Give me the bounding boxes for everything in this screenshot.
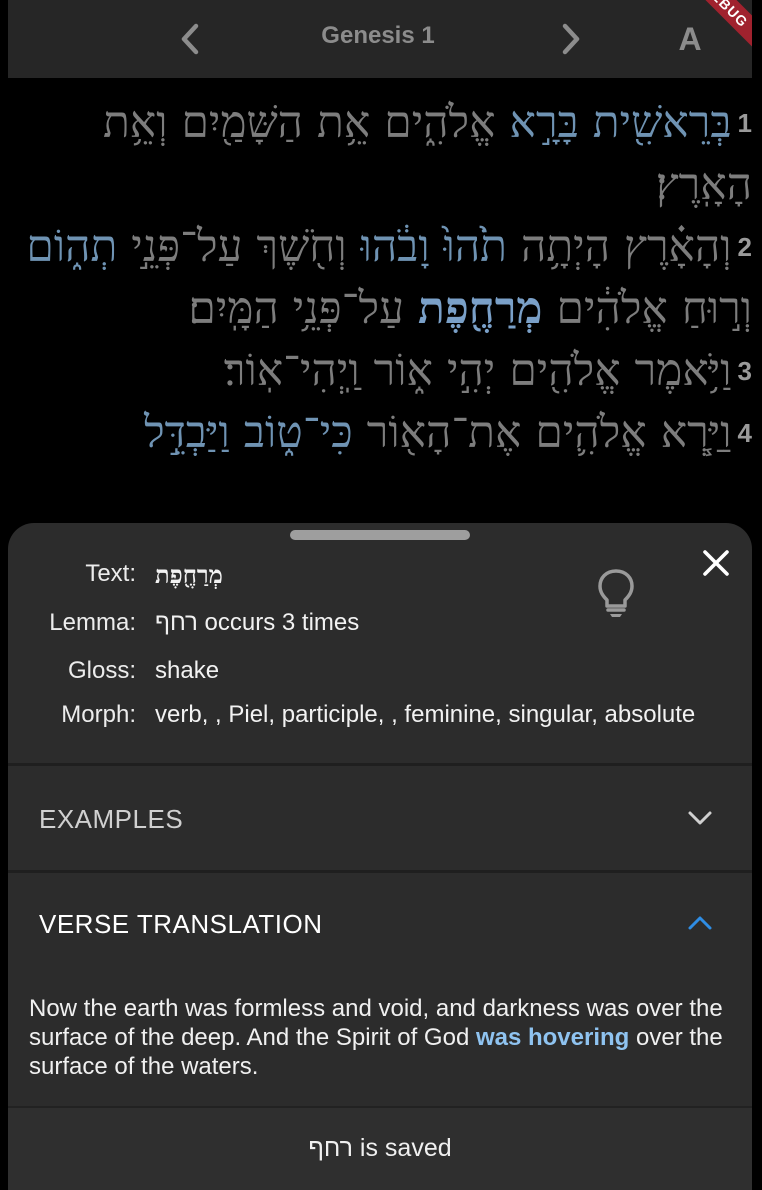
hebrew-word[interactable]: עַל־פְּנֵ֣י bbox=[131, 221, 242, 272]
hebrew-word[interactable]: אֱלֹהִ֑ים bbox=[384, 97, 495, 148]
verse-number: 1 bbox=[737, 108, 752, 138]
examples-title: EXAMPLES bbox=[39, 804, 184, 834]
verse: 3וַיֹּ֥אמֶר אֱלֹהִ֖ים יְהִ֣י א֑וֹר וַֽיְ… bbox=[224, 345, 752, 396]
gloss-value: shake bbox=[155, 657, 220, 684]
verse-translation-text: Now the earth was formless and void, and… bbox=[29, 994, 729, 1081]
selected-hebrew-word[interactable]: מְרַחֶ֖פֶת bbox=[418, 283, 543, 334]
hebrew-word[interactable]: אֱלֹהִ֛ים bbox=[535, 407, 646, 458]
hebrew-word[interactable]: תְה֑וֹם bbox=[26, 221, 117, 272]
previous-chapter-button[interactable] bbox=[172, 20, 208, 58]
text-value: מְרַחֶ֖פֶת bbox=[155, 560, 223, 589]
hebrew-word[interactable]: אֵ֥ת bbox=[317, 97, 370, 148]
font-size-button[interactable]: A bbox=[668, 18, 712, 60]
hebrew-word[interactable]: כִּי־ט֑וֹב bbox=[244, 407, 353, 458]
hebrew-word[interactable]: וַיֹּ֥אמֶר bbox=[635, 345, 732, 396]
hebrew-word[interactable]: וְחֹ֖שֶׁךְ bbox=[257, 221, 347, 272]
hebrew-word[interactable]: בָּרָ֣א bbox=[510, 97, 579, 148]
translation-highlight: was hovering bbox=[475, 1024, 630, 1051]
hebrew-word[interactable]: הָאָֽרֶץ׃ bbox=[656, 159, 752, 210]
text-label: Text: bbox=[85, 560, 136, 587]
next-chapter-button[interactable] bbox=[553, 20, 589, 58]
hebrew-word[interactable]: וָבֹ֔הוּ bbox=[361, 221, 430, 272]
hebrew-word[interactable]: תֹ֙הוּ֙ bbox=[444, 221, 507, 272]
morph-label: Morph: bbox=[61, 701, 136, 728]
hebrew-word[interactable]: עַל־פְּנֵ֥י bbox=[293, 283, 404, 334]
hebrew-word[interactable]: הַמָּֽיִם׃ bbox=[188, 283, 278, 334]
hebrew-word[interactable]: וְר֣וּחַ bbox=[682, 283, 752, 334]
hebrew-word[interactable]: וְאֵ֥ת bbox=[103, 97, 168, 148]
verse-number: 2 bbox=[737, 232, 752, 262]
saved-snackbar: רחף is saved bbox=[8, 1106, 752, 1190]
hebrew-word[interactable]: א֑וֹר bbox=[374, 345, 433, 396]
examples-section-header[interactable]: EXAMPLES bbox=[8, 766, 752, 870]
verse-translation-section-header[interactable]: VERSE TRANSLATION bbox=[8, 873, 752, 977]
app-bar: Genesis 1 A DEBUG bbox=[8, 0, 752, 78]
hebrew-word[interactable]: וַֽיְהִי־אֽוֹר׃ bbox=[224, 345, 360, 396]
verse-translation-title: VERSE TRANSLATION bbox=[39, 909, 323, 939]
close-button[interactable] bbox=[696, 543, 736, 583]
verse: 4וַיַּ֧רְא אֱלֹהִ֛ים אֶת־הָא֖וֹר כִּי־ט֑… bbox=[144, 407, 752, 458]
verse-text-area: 1בְּרֵאשִׁ֖ית בָּרָ֣א אֱלֹהִ֑ים אֵ֥ת הַש… bbox=[8, 92, 752, 532]
hebrew-word[interactable]: הָיְתָ֥ה bbox=[521, 221, 610, 272]
lemma-label: Lemma: bbox=[49, 609, 136, 636]
chevron-left-icon bbox=[181, 23, 199, 55]
hint-button[interactable] bbox=[596, 567, 636, 619]
verse: 2וְהָאָ֗רֶץ הָיְתָ֥ה תֹ֙הוּ֙ וָבֹ֔הוּ וְ… bbox=[26, 221, 752, 334]
verse-number: 4 bbox=[737, 418, 752, 448]
gloss-label: Gloss: bbox=[67, 657, 136, 684]
hebrew-word[interactable]: וַיַּבְדֵּ֣ל bbox=[144, 407, 230, 458]
hebrew-word[interactable]: אֱלֹהִ֔ים bbox=[557, 283, 668, 334]
lemma-value[interactable]: רחף occurs 3 times bbox=[155, 609, 359, 637]
drag-handle[interactable] bbox=[290, 530, 470, 540]
chevron-up-icon bbox=[688, 916, 712, 930]
word-detail-sheet: Text: מְרַחֶ֖פֶת Lemma: רחף occurs 3 tim… bbox=[8, 523, 752, 1190]
hebrew-word[interactable]: יְהִ֣י bbox=[447, 345, 495, 396]
chapter-title[interactable]: Genesis 1 bbox=[278, 22, 478, 50]
hebrew-word[interactable]: וְהָאָ֗רֶץ bbox=[624, 221, 732, 272]
hebrew-word[interactable]: וַיַּ֧רְא bbox=[661, 407, 732, 458]
hebrew-word[interactable]: בְּרֵאשִׁ֖ית bbox=[593, 97, 732, 148]
close-icon bbox=[703, 550, 729, 576]
chevron-right-icon bbox=[562, 23, 580, 55]
verse-number: 3 bbox=[737, 356, 752, 386]
lightbulb-icon bbox=[598, 569, 634, 617]
hebrew-word[interactable]: אֶת־הָא֖וֹר bbox=[367, 407, 522, 458]
hebrew-word[interactable]: הַשָּׁמַ֖יִם bbox=[181, 97, 303, 148]
morph-value: verb, , Piel, participle, , feminine, si… bbox=[155, 701, 696, 728]
chevron-down-icon bbox=[688, 811, 712, 825]
hebrew-word[interactable]: אֱלֹהִ֖ים bbox=[509, 345, 620, 396]
verse: 1בְּרֵאשִׁ֖ית בָּרָ֣א אֱלֹהִ֑ים אֵ֥ת הַש… bbox=[103, 97, 752, 210]
